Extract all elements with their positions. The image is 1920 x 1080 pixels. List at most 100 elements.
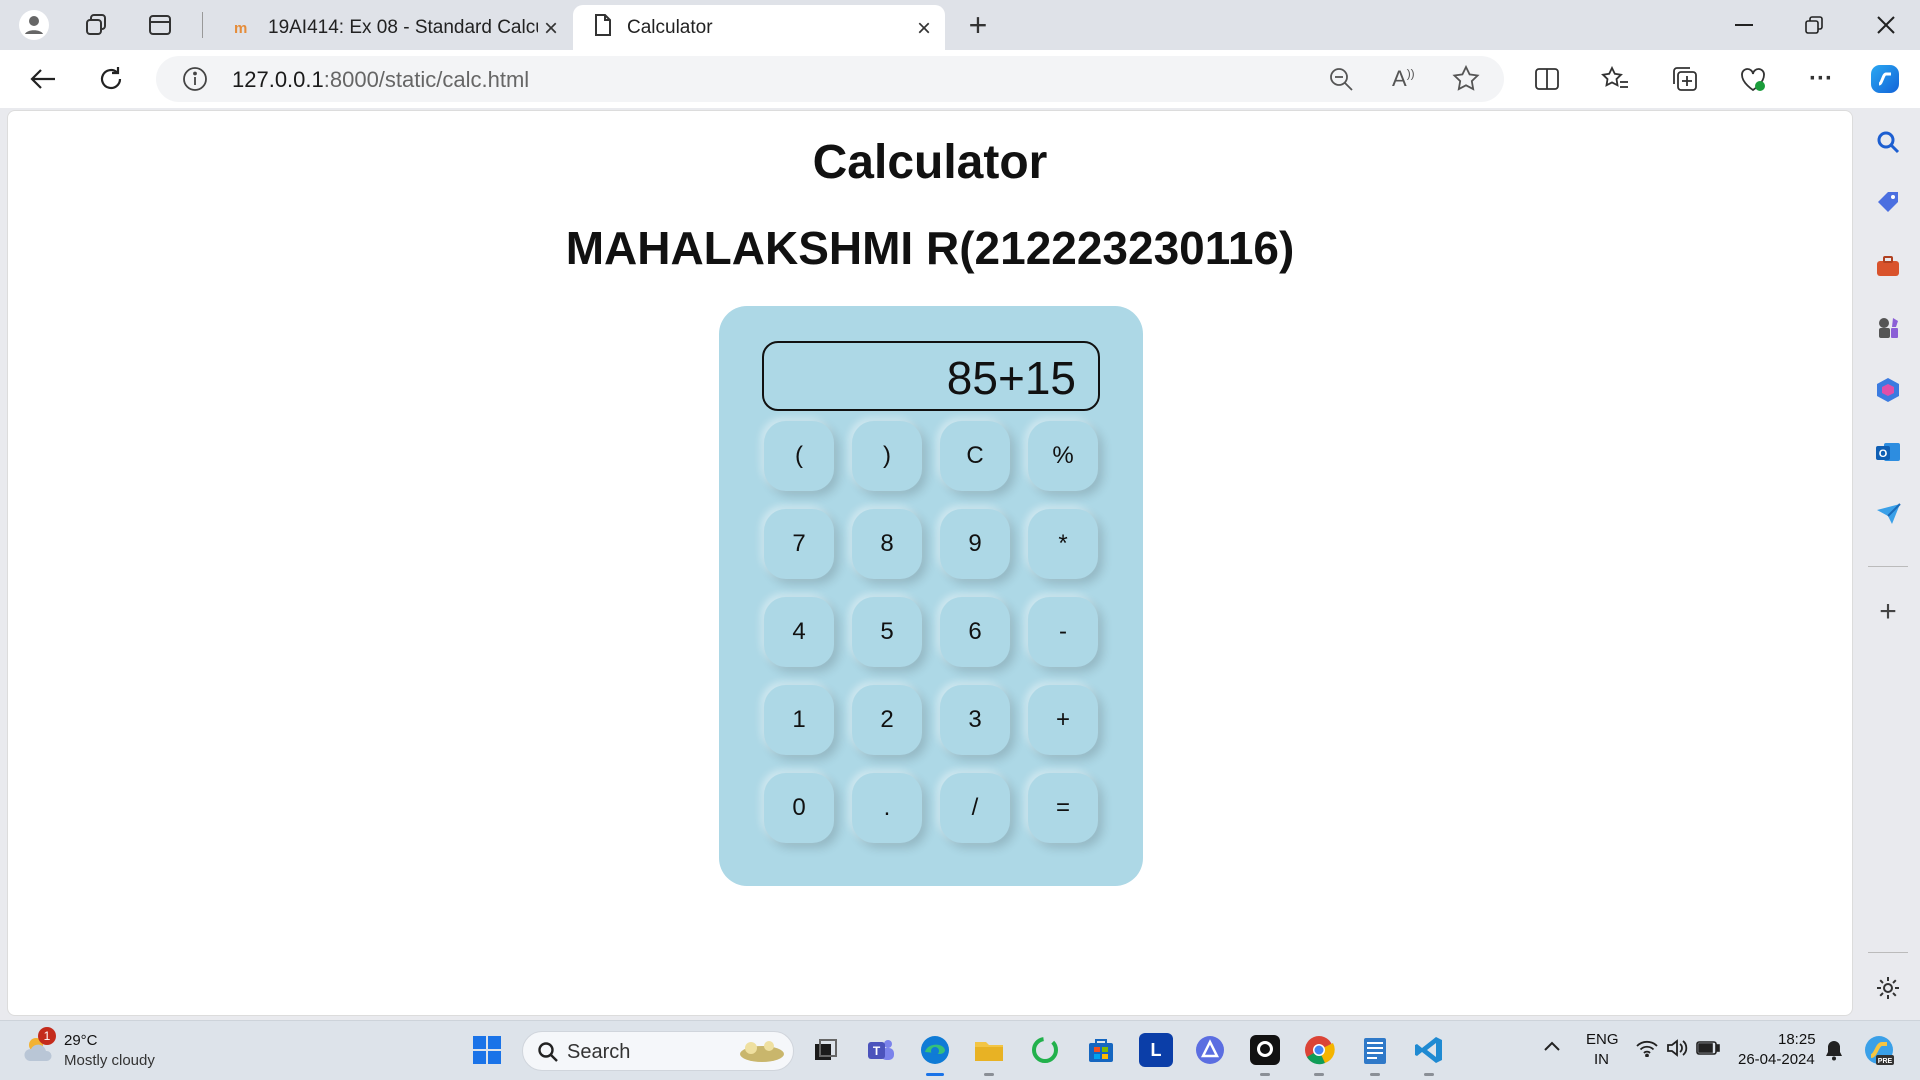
taskbar-search-box[interactable]: Search (522, 1031, 794, 1071)
copilot-icon[interactable] (1868, 62, 1902, 96)
key-digit-6-button[interactable]: 6 (940, 597, 1010, 667)
app-indicator (1260, 1073, 1270, 1076)
key-close-paren-button[interactable]: ) (852, 421, 922, 491)
tab-title: 19AI414: Ex 08 - Standard Calcul (268, 16, 538, 38)
minimize-icon[interactable] (1724, 10, 1764, 40)
close-window-icon[interactable] (1866, 10, 1906, 40)
shopping-tag-icon[interactable] (1872, 186, 1904, 218)
green-circle-app-icon[interactable] (1028, 1033, 1062, 1067)
favorite-star-icon[interactable] (1452, 64, 1480, 98)
windows-taskbar: 1 29°C Mostly cloudy Search T L ENG IN 1… (0, 1020, 1920, 1080)
search-icon (537, 1041, 559, 1068)
search-icon[interactable] (1872, 126, 1904, 158)
restore-icon[interactable] (1794, 10, 1834, 40)
app-indicator (1370, 1073, 1380, 1076)
collections-icon[interactable] (1668, 62, 1702, 96)
close-tab-icon[interactable]: × (917, 15, 931, 43)
key-digit-5-button[interactable]: 5 (852, 597, 922, 667)
key-digit-7-button[interactable]: 7 (764, 509, 834, 579)
task-view-icon[interactable] (808, 1033, 842, 1067)
input-region[interactable]: IN (1594, 1051, 1609, 1068)
wifi-icon[interactable] (1636, 1039, 1658, 1062)
weather-temperature[interactable]: 29°C (64, 1032, 98, 1049)
svg-text:PRE: PRE (1878, 1058, 1893, 1065)
split-screen-icon[interactable] (1530, 62, 1564, 96)
file-explorer-icon[interactable] (972, 1033, 1006, 1067)
chrome-icon[interactable] (1302, 1033, 1336, 1067)
tab-standard-calculator[interactable]: m 19AI414: Ex 08 - Standard Calcul × (214, 5, 572, 50)
key-digit-3-button[interactable]: 3 (940, 685, 1010, 755)
refresh-icon[interactable] (94, 62, 128, 96)
outlook-icon[interactable]: O (1872, 436, 1904, 468)
workspaces-icon[interactable] (80, 9, 112, 41)
url-path: :8000/static/calc.html (323, 67, 530, 92)
key-clear-button[interactable]: C (940, 421, 1010, 491)
settings-gear-icon[interactable] (1872, 972, 1904, 1004)
vscode-icon[interactable] (1412, 1033, 1446, 1067)
browser-title-bar: m 19AI414: Ex 08 - Standard Calcul × Cal… (0, 0, 1920, 50)
show-hidden-icons-chevron-icon[interactable] (1542, 1039, 1562, 1058)
calculator-display: 85+15 (762, 341, 1100, 411)
input-language[interactable]: ENG (1586, 1031, 1619, 1048)
key-digit-2-button[interactable]: 2 (852, 685, 922, 755)
key-decimal-button[interactable]: . (852, 773, 922, 843)
key-divide-button[interactable]: / (940, 773, 1010, 843)
key-equals-button[interactable]: = (1028, 773, 1098, 843)
teams-icon[interactable]: T (864, 1033, 898, 1067)
letter-l-app-icon[interactable]: L (1139, 1033, 1173, 1067)
github-icon[interactable] (1248, 1033, 1282, 1067)
page-viewport: Calculator MAHALAKSHMI R(212223230116) 8… (7, 110, 1853, 1016)
edge-browser-icon[interactable] (918, 1033, 952, 1067)
triangle-app-icon[interactable] (1193, 1033, 1227, 1067)
windows-start-icon[interactable] (472, 1035, 502, 1070)
edge-active-indicator (926, 1073, 944, 1076)
microsoft-365-icon[interactable] (1872, 374, 1904, 406)
site-info-icon[interactable] (182, 66, 208, 97)
key-digit-4-button[interactable]: 4 (764, 597, 834, 667)
browser-essentials-icon[interactable] (1736, 62, 1770, 96)
notification-bell-icon[interactable] (1824, 1039, 1844, 1066)
key-digit-0-button[interactable]: 0 (764, 773, 834, 843)
page-subtitle: MAHALAKSHMI R(212223230116) (565, 222, 1295, 274)
favorites-icon[interactable] (1598, 62, 1632, 96)
more-options-icon[interactable]: ··· (1804, 62, 1838, 96)
url-host: 127.0.0.1 (232, 67, 324, 92)
games-chess-icon[interactable] (1872, 312, 1904, 344)
edge-sidebar: O + (1856, 110, 1920, 1020)
sidebar-divider (1868, 952, 1908, 953)
volume-icon[interactable] (1666, 1039, 1688, 1062)
key-open-paren-button[interactable]: ( (764, 421, 834, 491)
key-percent-button[interactable]: % (1028, 421, 1098, 491)
key-digit-9-button[interactable]: 9 (940, 509, 1010, 579)
key-digit-8-button[interactable]: 8 (852, 509, 922, 579)
clock-time[interactable]: 18:25 (1778, 1031, 1816, 1048)
notepad-icon[interactable] (1358, 1033, 1392, 1067)
microsoft-store-icon[interactable] (1084, 1033, 1118, 1067)
address-bar[interactable]: 127.0.0.1:8000/static/calc.html A)) (156, 56, 1504, 102)
new-tab-icon[interactable]: + (962, 7, 994, 43)
copilot-preview-icon[interactable]: PRE (1862, 1033, 1896, 1072)
svg-text:T: T (873, 1044, 881, 1058)
close-tab-icon[interactable]: × (544, 15, 558, 43)
key-add-button[interactable]: + (1028, 685, 1098, 755)
back-icon[interactable] (26, 62, 60, 96)
svg-text:O: O (1879, 448, 1888, 460)
tab-calculator[interactable]: Calculator × (573, 5, 945, 50)
key-multiply-button[interactable]: * (1028, 509, 1098, 579)
weather-notification-badge: 1 (38, 1027, 56, 1045)
calculator-panel: 85+15 () C% 7 8 9 * 4 5 6- 1 2 3 +0. / = (719, 306, 1143, 886)
clock-date[interactable]: 26-04-2024 (1738, 1051, 1815, 1068)
add-sidebar-app-icon[interactable]: + (1872, 595, 1904, 628)
battery-icon[interactable] (1696, 1041, 1720, 1060)
zoom-icon[interactable] (1328, 66, 1354, 97)
url-text[interactable]: 127.0.0.1:8000/static/calc.html (232, 67, 529, 93)
vertical-tabs-icon[interactable] (144, 9, 176, 41)
app-indicator (1424, 1073, 1434, 1076)
weather-description[interactable]: Mostly cloudy (64, 1052, 155, 1069)
profile-icon[interactable] (18, 9, 50, 41)
key-digit-1-button[interactable]: 1 (764, 685, 834, 755)
send-plane-icon[interactable] (1872, 498, 1904, 530)
read-aloud-icon[interactable]: A)) (1392, 66, 1415, 92)
tools-briefcase-icon[interactable] (1872, 250, 1904, 282)
key-subtract-button[interactable]: - (1028, 597, 1098, 667)
